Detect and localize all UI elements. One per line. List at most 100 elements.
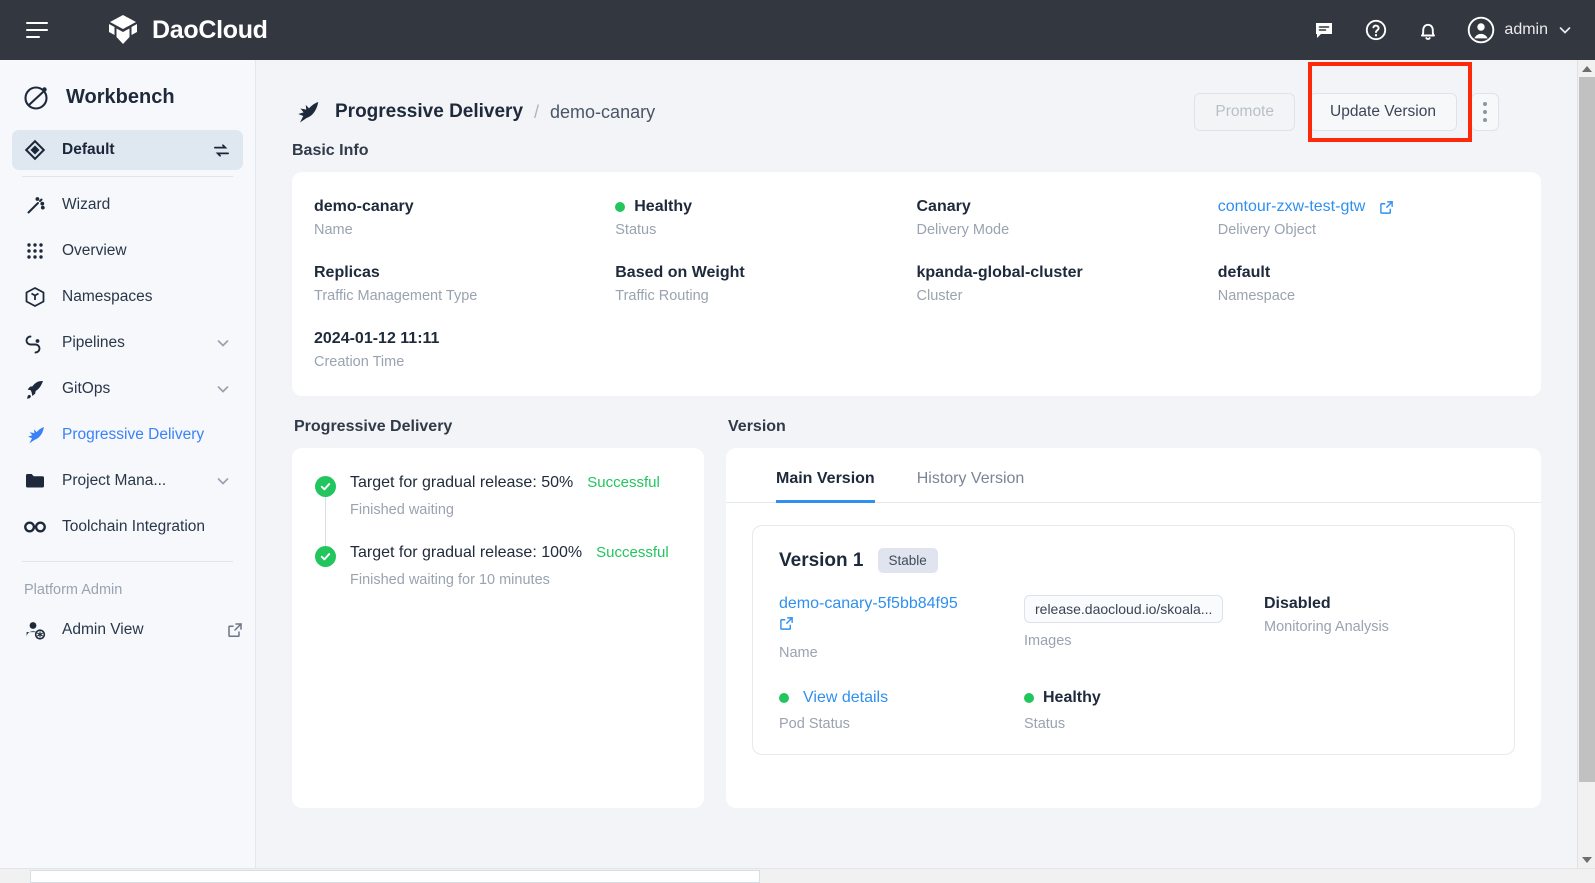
view-details-link[interactable]: View details xyxy=(803,689,888,707)
update-version-button[interactable]: Update Version xyxy=(1309,93,1457,131)
sidebar-item-label: Default xyxy=(62,141,197,159)
daocloud-cube-icon xyxy=(106,13,140,47)
field-label: Creation Time xyxy=(314,354,615,370)
sidebar-item-label: Overview xyxy=(62,242,243,260)
sidebar-item-project-management[interactable]: Project Mana... xyxy=(12,461,243,501)
basic-info-title: Basic Info xyxy=(292,142,1577,160)
field-label: Name xyxy=(779,645,1024,661)
version-detail-card: Version 1 Stable demo-canary-5f5bb84f95 xyxy=(752,525,1515,755)
version-field-images: release.daocloud.io/skoala... Images xyxy=(1024,595,1264,661)
version-field-pod-status: View details Pod Status xyxy=(779,689,1024,732)
chevron-down-icon[interactable] xyxy=(215,473,231,489)
field-cluster: kpanda-global-cluster Cluster xyxy=(917,264,1218,304)
field-value-wrap: View details xyxy=(779,689,1024,707)
field-value: 2024-01-12 11:11 xyxy=(314,330,615,348)
chevron-down-icon[interactable] xyxy=(215,335,231,351)
external-link-icon[interactable] xyxy=(131,622,243,638)
delivery-object-link[interactable]: contour-zxw-test-gtw xyxy=(1218,198,1366,216)
help-icon[interactable] xyxy=(1363,17,1389,43)
field-value-wrap: Healthy xyxy=(1024,689,1264,707)
field-value: Replicas xyxy=(314,264,615,282)
workbench-header: Workbench xyxy=(0,60,255,124)
step-title-row: Target for gradual release: 100% Success… xyxy=(350,544,669,562)
field-namespace: default Namespace xyxy=(1218,264,1519,304)
status-dot-icon xyxy=(1024,693,1034,703)
horizontal-scrollbar-thumb[interactable] xyxy=(30,870,760,883)
version-column: Version Main Version History Version Ver… xyxy=(726,418,1541,808)
hamburger-icon[interactable] xyxy=(20,13,54,47)
sidebar-item-progressive-delivery[interactable]: Progressive Delivery xyxy=(12,415,243,455)
scroll-down-arrow-icon[interactable] xyxy=(1578,851,1595,868)
external-link-icon[interactable] xyxy=(1379,200,1394,215)
step-title-row: Target for gradual release: 50% Successf… xyxy=(350,474,660,492)
platform-admin-section-label: Platform Admin xyxy=(0,572,255,604)
horizontal-scrollbar[interactable] xyxy=(0,868,1595,883)
progressive-delivery-card: Target for gradual release: 50% Successf… xyxy=(292,448,704,808)
vertical-scrollbar[interactable] xyxy=(1577,60,1595,868)
sidebar-item-wizard[interactable]: Wizard xyxy=(12,185,243,225)
progressive-delivery-title: Progressive Delivery xyxy=(294,418,704,436)
field-value: Disabled xyxy=(1264,595,1488,613)
rocket-icon xyxy=(23,378,47,400)
basic-info-grid: demo-canary Name Healthy Status Canary D… xyxy=(292,198,1541,370)
brand-logo[interactable]: DaoCloud xyxy=(106,13,268,47)
sidebar-item-default[interactable]: Default xyxy=(12,130,243,170)
step-title: Target for gradual release: 50% xyxy=(350,474,573,492)
field-value: demo-canary xyxy=(314,198,615,216)
folder-icon xyxy=(23,471,47,491)
promote-button[interactable]: Promote xyxy=(1194,93,1295,131)
image-chip[interactable]: release.daocloud.io/skoala... xyxy=(1024,595,1223,623)
field-value: kpanda-global-cluster xyxy=(917,264,1218,282)
sidebar-divider xyxy=(22,176,233,177)
status-dot-icon xyxy=(779,693,789,703)
external-link-icon[interactable] xyxy=(779,616,1024,636)
topbar-actions: admin xyxy=(1311,16,1573,44)
field-name: demo-canary Name xyxy=(314,198,615,238)
sidebar-item-label: Toolchain Integration xyxy=(62,518,243,536)
field-value: Canary xyxy=(917,198,1218,216)
tab-history-version[interactable]: History Version xyxy=(917,470,1025,502)
field-delivery-mode: Canary Delivery Mode xyxy=(917,198,1218,238)
chat-icon[interactable] xyxy=(1311,17,1337,43)
delivery-step: Target for gradual release: 50% Successf… xyxy=(314,474,682,544)
sidebar-item-toolchain-integration[interactable]: Toolchain Integration xyxy=(12,507,243,547)
sidebar-item-gitops[interactable]: GitOps xyxy=(12,369,243,409)
user-menu[interactable]: admin xyxy=(1467,16,1573,44)
field-value: Healthy xyxy=(1043,689,1101,707)
lower-section: Progressive Delivery xyxy=(292,418,1541,808)
version-name-link[interactable]: demo-canary-5f5bb84f95 xyxy=(779,595,958,612)
sidebar-item-pipelines[interactable]: Pipelines xyxy=(12,323,243,363)
field-label: Delivery Object xyxy=(1218,222,1519,238)
progressive-delivery-column: Progressive Delivery xyxy=(292,418,704,808)
field-value: Based on Weight xyxy=(615,264,916,282)
sidebar-item-namespaces[interactable]: Namespaces xyxy=(12,277,243,317)
version-tabs: Main Version History Version xyxy=(726,448,1541,503)
field-label: Images xyxy=(1024,633,1264,649)
step-rail xyxy=(314,544,336,614)
sidebar-item-label: Project Mana... xyxy=(62,472,200,490)
check-circle-icon xyxy=(315,476,336,497)
bell-icon[interactable] xyxy=(1415,17,1441,43)
kebab-icon xyxy=(1483,100,1487,124)
breadcrumb-current: demo-canary xyxy=(550,102,655,123)
more-actions-button[interactable] xyxy=(1471,93,1499,131)
brand-name: DaoCloud xyxy=(152,16,268,45)
breadcrumb-root[interactable]: Progressive Delivery xyxy=(335,101,523,123)
sidebar-item-label: Wizard xyxy=(62,196,243,214)
sidebar-item-overview[interactable]: Overview xyxy=(12,231,243,271)
sidebar-item-admin-view[interactable]: Admin View xyxy=(12,610,243,650)
tab-main-version[interactable]: Main Version xyxy=(776,470,875,502)
workbench-label: Workbench xyxy=(66,86,175,109)
sidebar: Workbench Default xyxy=(0,60,256,883)
version-field-name: demo-canary-5f5bb84f95 Name xyxy=(779,595,1024,661)
sidebar-admin-divider xyxy=(22,561,233,562)
version-header: Version 1 Stable xyxy=(779,548,1488,573)
field-traffic-management-type: Replicas Traffic Management Type xyxy=(314,264,615,304)
field-label: Name xyxy=(314,222,615,238)
vertical-scrollbar-thumb[interactable] xyxy=(1579,77,1595,782)
field-value: default xyxy=(1218,264,1519,282)
chevron-down-icon[interactable] xyxy=(215,381,231,397)
swap-icon[interactable] xyxy=(212,141,231,160)
scroll-up-arrow-icon[interactable] xyxy=(1578,60,1595,77)
field-status: Healthy Status xyxy=(615,198,916,238)
